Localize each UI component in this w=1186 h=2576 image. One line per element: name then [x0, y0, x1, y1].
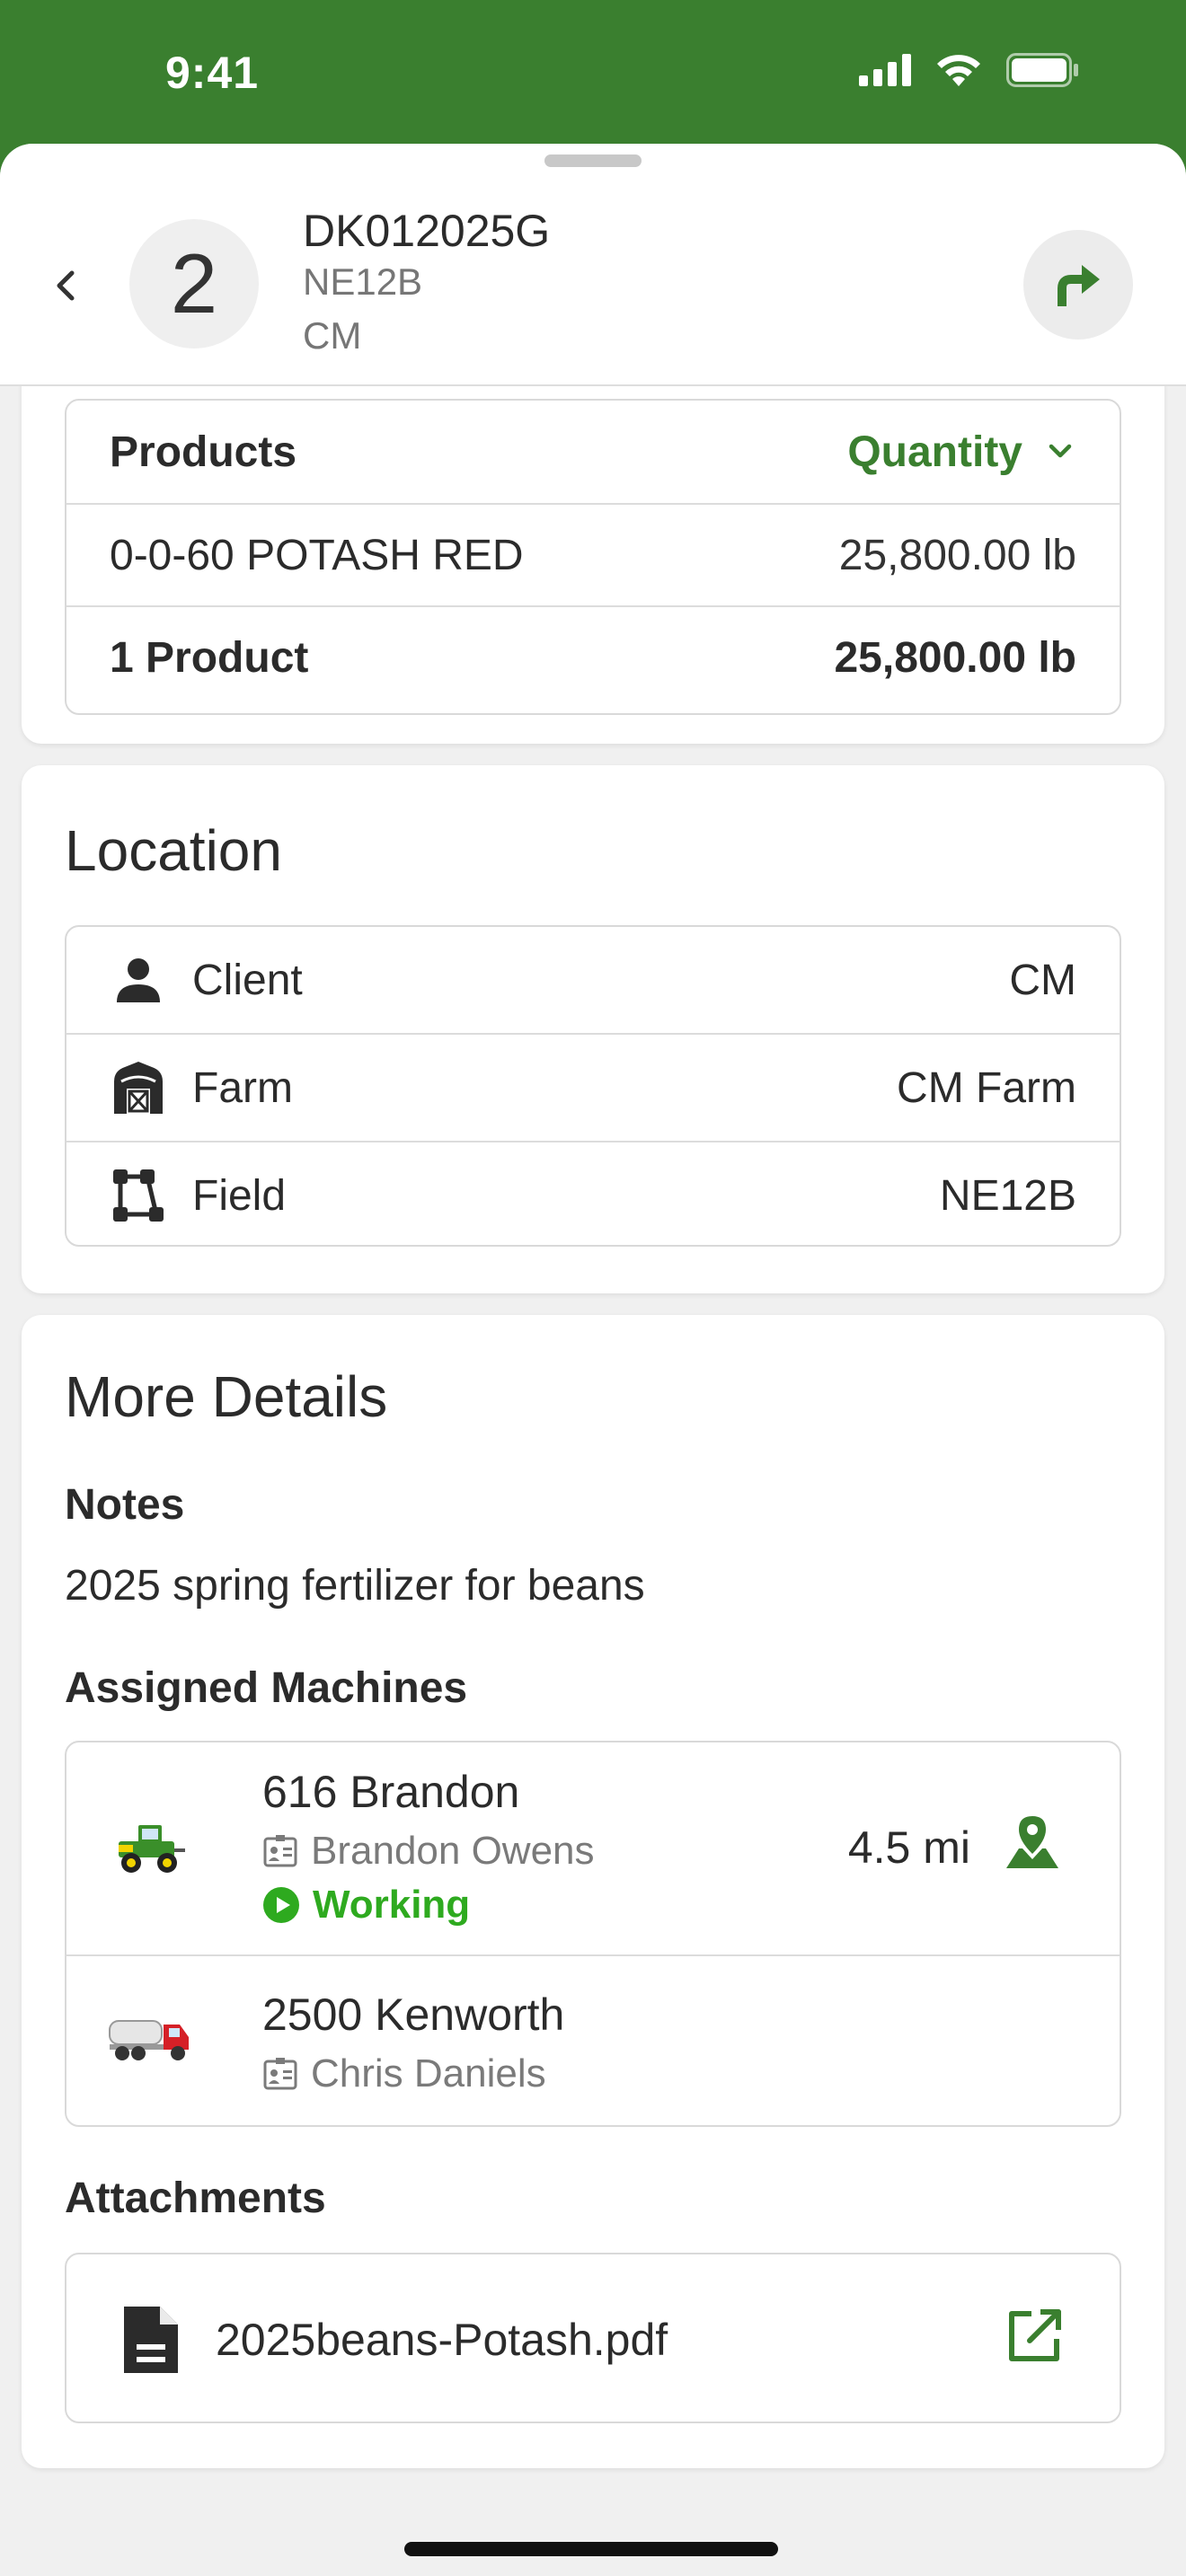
details-sheet: 2 DK012025G NE12B CM Products Quantity 0…: [0, 144, 1186, 2576]
location-row-field: Field NE12B: [66, 1142, 1120, 1248]
machine-name: 616 Brandon: [262, 1767, 520, 1817]
id-card-icon: [263, 1835, 297, 1867]
battery-icon: [1006, 53, 1078, 87]
sprayer-icon: [119, 1825, 185, 1873]
products-total-quantity: 25,800.00 lb: [834, 633, 1076, 682]
play-circle-icon: [263, 1887, 299, 1923]
person-icon: [110, 951, 167, 1009]
document-icon: [124, 2307, 178, 2373]
notes-text: 2025 spring fertilizer for beans: [65, 1562, 645, 1610]
machines-list: 616 Brandon Brandon Owens Working 4.5 mi…: [65, 1741, 1121, 2127]
more-details-title: More Details: [65, 1364, 388, 1429]
sheet-grabber[interactable]: [544, 154, 642, 167]
machine-name: 2500 Kenworth: [262, 1989, 565, 2040]
location-title: Location: [65, 818, 282, 883]
turn-right-arrow-icon: [1058, 265, 1100, 306]
chevron-left-icon: [57, 270, 75, 301]
products-header-label: Products: [110, 428, 297, 476]
stop-number: 2: [170, 236, 218, 331]
navigate-button[interactable]: [1023, 230, 1133, 340]
product-quantity: 25,800.00 lb: [838, 531, 1076, 579]
product-row: 0-0-60 POTASH RED 25,800.00 lb: [66, 505, 1120, 605]
status-icons: [859, 52, 1080, 88]
products-total-label: 1 Product: [110, 633, 309, 682]
sheet-header: 2 DK012025G NE12B CM: [0, 144, 1186, 386]
attachments-label: Attachments: [65, 2175, 326, 2222]
more-details-card: More Details Notes 2025 spring fertilize…: [22, 1315, 1164, 2468]
tender-truck-icon: [109, 2020, 189, 2060]
location-card: Location Client CM Farm CM Farm Field NE…: [22, 765, 1164, 1293]
back-button[interactable]: [47, 260, 86, 311]
machine-status: Working: [262, 1883, 470, 1928]
external-link-icon: [1009, 2309, 1061, 2361]
status-bar: 9:41: [0, 0, 1186, 144]
location-row-client: Client CM: [66, 927, 1120, 1033]
location-table: Client CM Farm CM Farm Field NE12B: [65, 925, 1121, 1247]
machine-operator: Chris Daniels: [262, 2051, 546, 2096]
product-name: 0-0-60 POTASH RED: [110, 531, 524, 579]
machine-item[interactable]: 616 Brandon Brandon Owens Working 4.5 mi: [66, 1742, 1120, 1954]
field-boundary-icon: [110, 1167, 167, 1224]
location-value: CM Farm: [897, 1063, 1076, 1112]
id-card-icon: [263, 2058, 297, 2090]
chevron-down-icon: [1049, 444, 1072, 458]
machine-status-label: Working: [313, 1883, 471, 1927]
order-id: DK012025G: [303, 206, 551, 256]
wifi-icon: [937, 55, 980, 86]
home-indicator[interactable]: [404, 2542, 778, 2556]
machine-item[interactable]: 2500 Kenworth Chris Daniels: [66, 1956, 1120, 2127]
products-header-row: Products Quantity: [66, 401, 1120, 503]
order-client-code: CM: [303, 314, 362, 357]
machine-location-button[interactable]: [1003, 1813, 1066, 1875]
order-field-code: NE12B: [303, 260, 423, 303]
quantity-sort-label: Quantity: [847, 428, 1022, 476]
open-attachment-button[interactable]: [1005, 2307, 1067, 2369]
quantity-sort-button[interactable]: Quantity: [847, 428, 1076, 477]
map-pin-icon: [1006, 1816, 1058, 1868]
location-value: NE12B: [939, 1171, 1076, 1220]
barn-icon: [110, 1059, 167, 1116]
cellular-signal-icon: [859, 54, 911, 86]
machine-operator: Brandon Owens: [262, 1829, 595, 1874]
location-label: Client: [192, 956, 303, 1004]
location-label: Farm: [192, 1063, 293, 1112]
attachment-file-name: 2025beans-Potash.pdf: [216, 2315, 668, 2365]
notes-label: Notes: [65, 1481, 185, 1529]
products-total-row: 1 Product 25,800.00 lb: [66, 607, 1120, 708]
machine-operator-name: Brandon Owens: [311, 1829, 595, 1873]
attachment-item[interactable]: 2025beans-Potash.pdf: [65, 2253, 1121, 2423]
location-row-farm: Farm CM Farm: [66, 1035, 1120, 1141]
location-label: Field: [192, 1171, 287, 1220]
location-value: CM: [1009, 956, 1076, 1004]
products-table: Products Quantity 0-0-60 POTASH RED 25,8…: [65, 399, 1121, 715]
status-time: 9:41: [165, 48, 260, 98]
machine-distance: 4.5 mi: [847, 1822, 970, 1873]
machine-operator-name: Chris Daniels: [311, 2051, 546, 2095]
assigned-machines-label: Assigned Machines: [65, 1664, 468, 1712]
stop-number-badge: 2: [129, 219, 259, 348]
